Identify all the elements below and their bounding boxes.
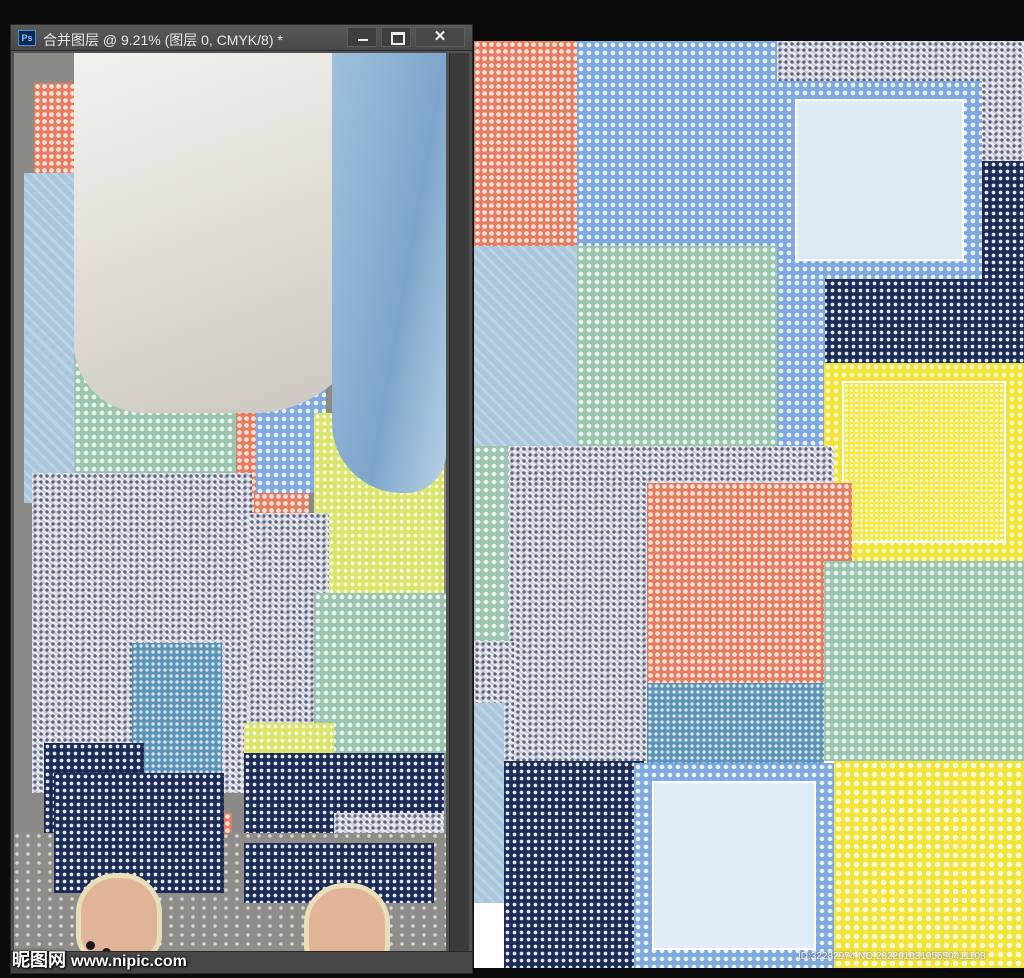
navy-floral-block-bottom	[504, 761, 644, 968]
white-shirt	[74, 53, 374, 413]
vertical-scrollbar[interactable]	[449, 53, 469, 973]
coral-daisy-block-mid	[647, 483, 852, 683]
light-blue-bandana-square-bottom	[634, 763, 834, 968]
photoshop-document-window: Ps 合并图层 @ 9.21% (图层 0, CMYK/8) * ✕ 9.21%	[10, 24, 473, 974]
minimize-button[interactable]	[347, 27, 377, 47]
document-title: 合并图层 @ 9.21% (图层 0, CMYK/8) *	[43, 32, 283, 48]
light-blue-bandana-square	[777, 81, 982, 279]
blue-jacket-sleeve	[332, 53, 446, 493]
photoshop-app-icon: Ps	[18, 30, 36, 46]
left-leg-hem	[54, 773, 224, 893]
maximize-button[interactable]	[381, 27, 411, 47]
window-titlebar[interactable]: Ps 合并图层 @ 9.21% (图层 0, CMYK/8) * ✕	[11, 25, 472, 51]
pattern-artwork	[474, 41, 1024, 968]
close-button[interactable]: ✕	[415, 27, 465, 47]
blue-daisy-strip	[777, 279, 825, 449]
document-canvas[interactable]	[14, 53, 446, 973]
mint-daisy-block	[577, 246, 777, 446]
yellow-dot-block	[834, 761, 1024, 968]
watermark-site: www.nipic.com	[71, 953, 187, 970]
blue-daisy-block	[577, 41, 777, 246]
paisley-block-mid	[509, 481, 649, 761]
yellow-bandana-square	[824, 363, 1024, 561]
sky-blue-strip	[474, 703, 504, 903]
watermark-id: ID:32282974 NO:20220103105550411108	[798, 951, 986, 962]
steel-blue-floral-block	[647, 683, 824, 763]
close-icon: ✕	[433, 28, 447, 45]
paisley-strip	[509, 446, 834, 486]
nipic-watermark-logo: 昵图网 www.nipic.com	[12, 946, 187, 972]
watermark-logo-text: 昵图网	[12, 950, 66, 970]
sky-blue-block	[474, 246, 577, 446]
mint-strip-left	[474, 446, 514, 646]
coral-daisy-block	[474, 41, 577, 246]
mint-daisy-block-right	[824, 561, 1024, 761]
